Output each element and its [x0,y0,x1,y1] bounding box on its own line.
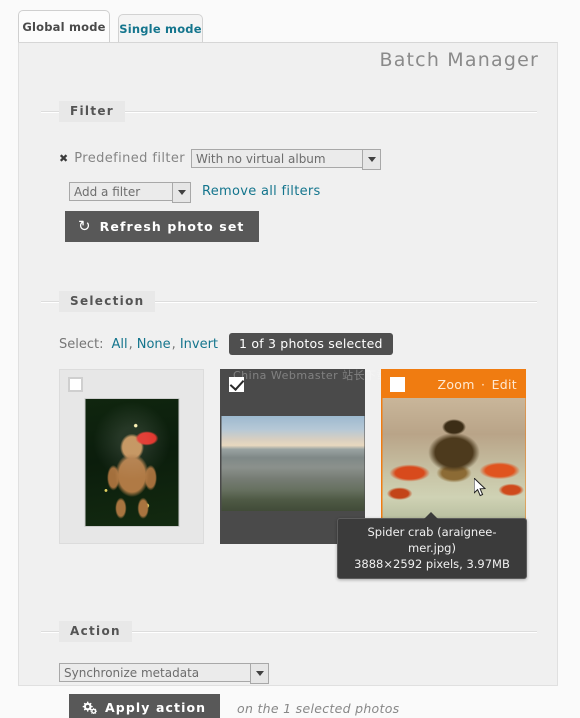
thumbnail-checkbox[interactable] [68,376,83,392]
thumbnail-item[interactable] [59,369,204,544]
predefined-filter-label: Predefined filter [74,151,185,166]
thumbnail-toolbar: Zoom · Edit [382,370,525,398]
add-filter-row: Add a filter Remove all filters [69,182,321,203]
apply-action-label: Apply action [105,700,207,715]
apply-action-button[interactable]: Apply action [69,694,221,718]
predefined-filter-select[interactable]: With no virtual album [191,149,381,170]
photo-tooltip: Spider crab (araignee-mer.jpg) 3888×2592… [337,512,527,579]
tooltip-details: 3888×2592 pixels, 3.97MB [354,557,510,571]
action-section-legend: Action [59,621,132,642]
tab-single-mode[interactable]: Single mode [118,14,203,42]
thumbnail-image[interactable] [221,416,364,511]
thumbnail-image[interactable] [382,398,525,519]
action-separator: · [481,376,486,392]
tab-single-mode-label: Single mode [119,21,202,36]
remove-predefined-filter-icon[interactable]: ✖ [59,153,68,164]
tab-global-mode[interactable]: Global mode [18,10,110,42]
thumbnail-checkbox[interactable] [390,376,405,392]
selection-count-badge: 1 of 3 photos selected [229,333,393,355]
select-none-link[interactable]: None [137,337,171,352]
action-select[interactable]: Synchronize metadata [59,663,269,684]
thumbnail-checkbox[interactable] [229,376,244,392]
chevron-down-icon [362,149,381,170]
remove-all-filters-link[interactable]: Remove all filters [202,184,321,199]
thumbnail-toolbar [221,370,364,398]
gears-icon [82,701,97,714]
refresh-photo-set-label: Refresh photo set [99,218,245,234]
batch-manager-page: Global mode Single mode Batch Manager Fi… [0,0,580,718]
tooltip-arrow [424,512,438,519]
page-title: Batch Manager [379,49,539,71]
action-section: Action Synchronize metadata Apply action… [41,621,537,718]
refresh-icon: ↻ [78,217,92,235]
select-invert-link[interactable]: Invert [180,337,218,352]
select-all-link[interactable]: All [111,337,127,352]
edit-link[interactable]: Edit [492,377,517,392]
thumbnail-image[interactable] [84,398,179,527]
apply-action-note: on the 1 selected photos [237,701,400,716]
predefined-filter-row: ✖ Predefined filter With no virtual albu… [59,149,381,170]
chevron-down-icon [172,182,191,203]
refresh-photo-set-button[interactable]: ↻ Refresh photo set [65,211,259,242]
chevron-down-icon [250,663,269,684]
tooltip-title: Spider crab (araignee-mer.jpg) [367,525,497,555]
select-controls-row: Select: All , None , Invert 1 of 3 photo… [59,333,393,355]
select-comma-1: , [128,336,133,352]
thumbnail-toolbar [60,370,203,398]
thumbnail-actions: Zoom · Edit [437,377,517,392]
add-filter-value: Add a filter [74,184,141,199]
tab-global-mode-label: Global mode [22,19,106,34]
predefined-filter-value: With no virtual album [196,151,326,166]
add-filter-select[interactable]: Add a filter [69,182,191,203]
filter-section: Filter ✖ Predefined filter With no virtu… [41,101,537,242]
filter-section-legend: Filter [59,101,126,122]
select-label: Select: [59,336,104,352]
selection-section-legend: Selection [59,291,156,312]
zoom-link[interactable]: Zoom [437,377,474,392]
select-comma-2: , [171,336,176,352]
mode-tabs: Global mode Single mode [18,10,558,44]
content-panel: Batch Manager Filter ✖ Predefined filter… [18,42,558,718]
action-select-value: Synchronize metadata [64,665,200,680]
